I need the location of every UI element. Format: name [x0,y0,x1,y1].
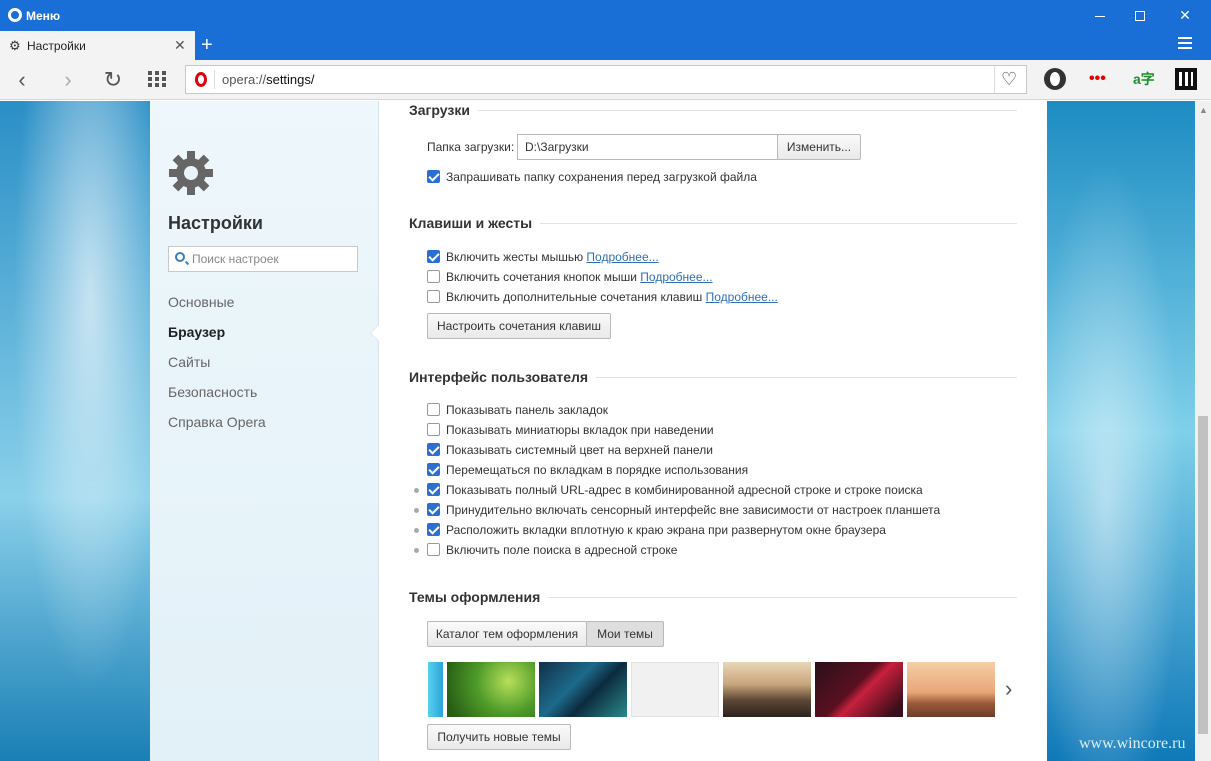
search-field-checkbox[interactable] [427,543,440,556]
advanced-dot-icon [414,528,419,533]
scroll-up-icon[interactable]: ▲ [1199,105,1208,115]
theme-thumbnail[interactable] [631,662,719,717]
extra-shortcuts-label: Включить дополнительные сочетания клавиш… [446,290,778,304]
mouse-gestures-label: Включить жесты мышью Подробнее... [446,250,659,264]
tab-menu-icon[interactable] [1178,37,1192,51]
tab-cycling-checkbox[interactable] [427,463,440,476]
tab-title: Настройки [27,39,86,53]
full-url-label: Показывать полный URL-адрес в комбиниров… [446,483,923,497]
new-tab-button[interactable]: + [201,34,213,57]
extension-dots-icon[interactable]: ••• [1089,68,1111,90]
menu-button[interactable]: Меню [26,9,60,23]
opera-logo-icon[interactable] [8,8,22,22]
gear-icon: ⚙ [9,38,21,53]
tabs-edge-label: Расположить вкладки вплотную к краю экра… [446,523,886,537]
settings-search[interactable] [168,246,358,272]
system-color-checkbox[interactable] [427,443,440,456]
sidebar-item-security[interactable]: Безопасность [168,384,257,400]
settings-sidebar [150,101,379,761]
advanced-dot-icon [414,508,419,513]
watermark: www.wincore.ru [1079,735,1186,752]
minimize-icon [1095,15,1105,17]
advanced-dot-icon [414,548,419,553]
qr-code-icon[interactable] [1175,68,1197,90]
back-button[interactable]: ‹ [8,66,36,94]
scrollbar-thumb[interactable] [1198,416,1208,734]
section-title-downloads: Загрузки [409,102,478,118]
translate-icon[interactable]: a字 [1133,68,1155,90]
sidebar-item-basic[interactable]: Основные [168,294,234,310]
tab-cycling-label: Перемещаться по вкладкам в порядке испол… [446,463,749,477]
theme-thumbnail[interactable] [907,662,995,717]
section-title-ui: Интерфейс пользователя [409,369,597,385]
tab-thumbnails-checkbox[interactable] [427,423,440,436]
section-title-themes: Темы оформления [409,589,549,605]
section-title-keys: Клавиши и жесты [409,215,541,231]
tab-my-themes[interactable]: Мои темы [586,621,664,647]
sidebar-item-browser[interactable]: Браузер [168,324,225,340]
theme-thumbnail[interactable] [723,662,811,717]
tabs-edge-checkbox[interactable] [427,523,440,536]
ask-folder-checkbox[interactable] [427,170,440,183]
reload-button[interactable]: ↻ [99,66,127,94]
theme-thumbnail[interactable] [428,662,443,717]
touch-ui-label: Принудительно включать сенсорный интерфе… [446,503,941,517]
scrollbar[interactable]: ▲ [1195,101,1211,761]
opera-o-icon [195,72,207,87]
extra-shortcuts-checkbox[interactable] [427,290,440,303]
url-text[interactable]: opera://settings/ [222,72,315,87]
speed-dial-icon[interactable] [148,71,166,87]
configure-shortcuts-button[interactable]: Настроить сочетания клавиш [427,313,611,339]
title-bar: Меню ✕ [0,0,1211,31]
full-url-checkbox[interactable] [427,483,440,496]
change-folder-button[interactable]: Изменить... [777,134,861,160]
close-icon: ✕ [1179,7,1191,23]
tab-close-icon[interactable]: ✕ [174,37,186,54]
chevron-right-icon[interactable]: › [1005,676,1012,702]
sidebar-title: Настройки [168,213,263,233]
bookmarks-bar-checkbox[interactable] [427,403,440,416]
maximize-button[interactable] [1117,0,1163,31]
touch-ui-checkbox[interactable] [427,503,440,516]
mouse-buttons-more-link[interactable]: Подробнее... [640,270,712,284]
theme-thumbnail[interactable] [539,662,627,717]
advanced-dot-icon [414,488,419,493]
vpn-extension-icon[interactable] [1044,68,1066,90]
search-icon [175,252,185,262]
tab-thumbnails-label: Показывать миниатюры вкладок при наведен… [446,423,714,437]
search-field-label: Включить поле поиска в адресной строке [446,543,678,557]
sidebar-item-help[interactable]: Справка Opera [168,414,266,430]
search-input[interactable] [192,252,352,266]
bookmarks-bar-label: Показывать панель закладок [446,403,609,417]
mouse-gestures-checkbox[interactable] [427,250,440,263]
theme-thumbnail[interactable] [447,662,535,717]
mouse-buttons-label: Включить сочетания кнопок мыши Подробнее… [446,270,713,284]
extra-shortcuts-more-link[interactable]: Подробнее... [706,290,778,304]
download-folder-label: Папка загрузки: [427,140,515,154]
close-button[interactable]: ✕ [1162,0,1208,31]
get-themes-button[interactable]: Получить новые темы [427,724,571,750]
settings-gear-icon [169,151,213,195]
tab-strip: ⚙ Настройки ✕ + [0,31,1211,60]
theme-thumbnail[interactable] [815,662,903,717]
ask-folder-label: Запрашивать папку сохранения перед загру… [446,170,757,184]
mouse-gestures-more-link[interactable]: Подробнее... [586,250,658,264]
system-color-label: Показывать системный цвет на верхней пан… [446,443,713,457]
forward-button[interactable]: › [54,66,82,94]
sidebar-item-sites[interactable]: Сайты [168,354,210,370]
download-folder-field[interactable]: D:\Загрузки [517,134,778,160]
mouse-buttons-checkbox[interactable] [427,270,440,283]
tab-settings[interactable]: ⚙ Настройки ✕ [0,31,195,60]
maximize-icon [1135,11,1145,22]
tab-theme-catalog[interactable]: Каталог тем оформления [427,621,587,647]
heart-icon[interactable]: ♡ [1001,69,1017,90]
address-bar[interactable]: opera://settings/ ♡ [185,65,1027,94]
